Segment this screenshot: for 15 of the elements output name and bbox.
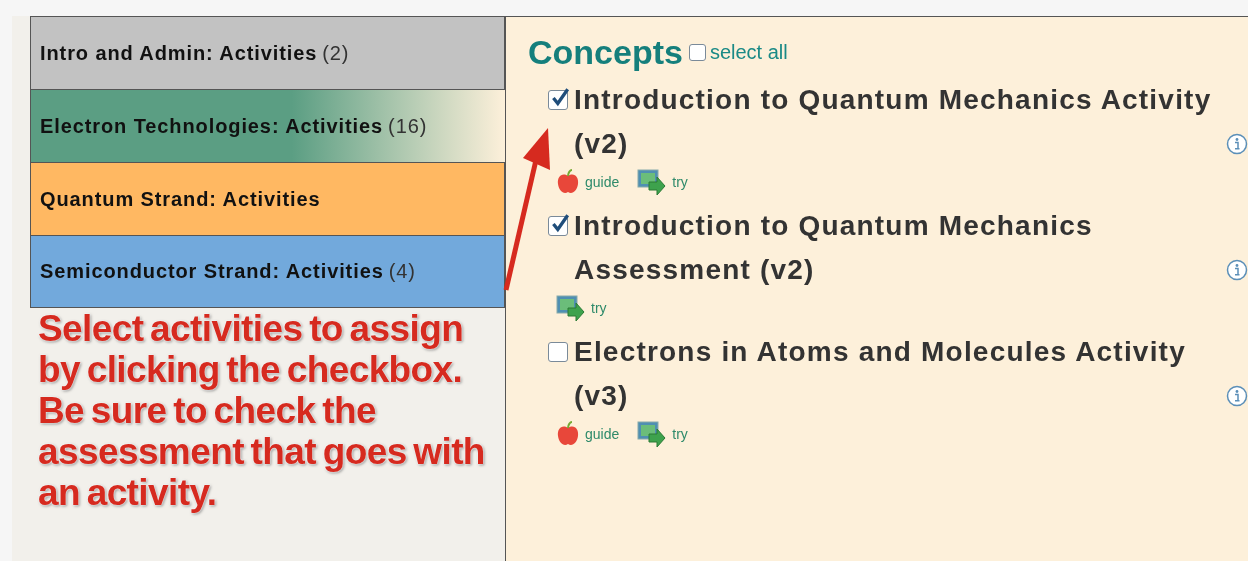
try-link[interactable]: try [556,294,607,322]
category-tab[interactable]: Intro and Admin: Activities (2) [30,16,505,89]
activity-title: Introduction to Quantum Mechanics Activity (v2) [574,83,1213,161]
try-link[interactable]: try [637,420,688,448]
select-all-checkbox[interactable]: select all [688,41,788,64]
guide-link[interactable]: guide [556,421,620,447]
section-title: Concepts [528,33,683,72]
guide-link[interactable]: guide [556,169,620,195]
annotation-text: Select activities to assign by clicking the checkbox. Be sure to check the assessment that goes with an activity. [38,308,486,513]
activity-title: Electrons in Atoms and Molecules Activity (v3) [574,335,1187,413]
try-link[interactable]: try [637,168,688,196]
category-tab[interactable]: Electron Technologies: Activities (16) [30,89,505,162]
category-tab[interactable]: Quantum Strand: Activities [30,162,505,235]
activity-title: Introduction to Quantum Mechanics Assessment (v2) [574,209,1094,287]
category-tab[interactable]: Semiconductor Strand: Activities (4) [30,235,505,308]
